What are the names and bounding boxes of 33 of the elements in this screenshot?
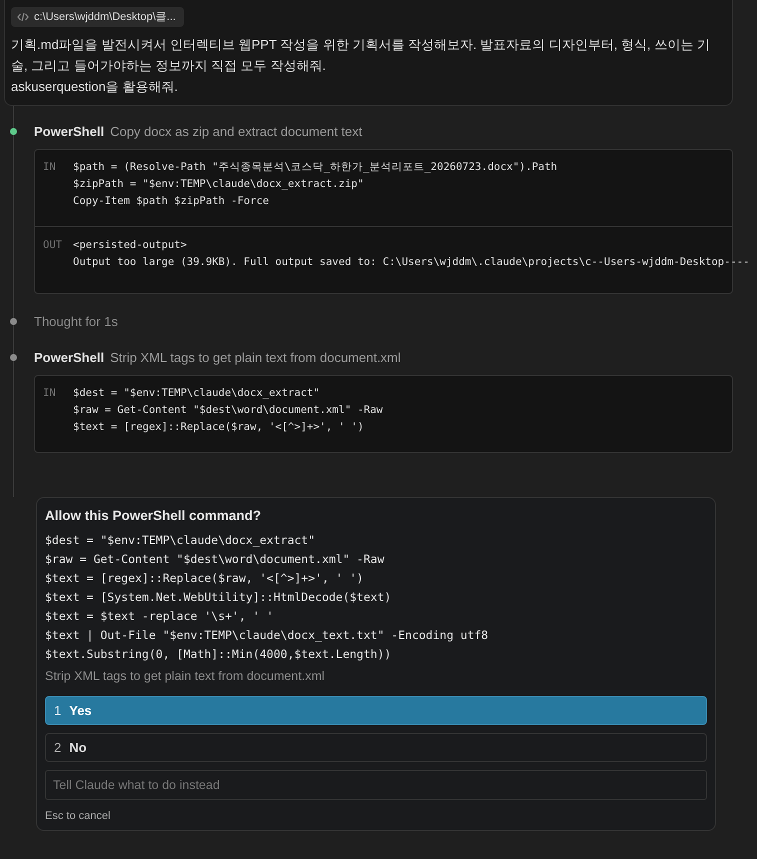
message-text: 기획.md파일을 발전시켜서 인터렉티브 웹PPT 작성을 위한 기획서를 작성해보자. 발표자료의 디자인부터, 형식, 쓰이는 기술, 그리고 들어가야하는 정보까지 직접 모두 작성해줘. (11, 36, 711, 75)
file-chip[interactable]: c:\Users\wjddm\Desktop\클... (11, 7, 184, 27)
code-line: $path = (Resolve-Path "주식종목분석\코스닥_하한가_분석리포트_20260723.docx").Path (73, 160, 558, 175)
thought-label[interactable]: Thought for 1s (34, 314, 733, 330)
command-line: $text = [System.Net.WebUtility]::HtmlDecode($text) (45, 589, 392, 606)
command-line: $raw = Get-Content "$dest\word\document.xml" -Raw (45, 551, 386, 568)
code-icon (17, 12, 29, 22)
code-line: Output too large (39.9KB). Full output saved to: C:\Users\wjddm\.claude\projects\c--Users-wjddm-Desktop---- (73, 255, 750, 270)
tool-description: Copy docx as zip and extract document text (110, 124, 362, 139)
command-line: $text = $text -replace '\s+', ' ' (45, 608, 274, 625)
code-line: <persisted-output> (73, 238, 188, 253)
command-line: $text = [regex]::Replace($raw, '<[^>]+>', ' ') (45, 570, 364, 587)
command-line: $dest = "$env:TEMP\claude\docx_extract" (45, 532, 316, 549)
tool-name: PowerShell (34, 350, 104, 365)
tool-name: PowerShell (34, 124, 104, 139)
code-line: $dest = "$env:TEMP\claude\docx_extract" (73, 386, 321, 401)
section-label: OUT (43, 238, 63, 253)
message-text: askuserquestion을 활용해줘. (11, 78, 179, 96)
option-button[interactable]: 1 Yes (45, 696, 707, 725)
tool-description: Strip XML tags to get plain text from document.xml (110, 350, 401, 365)
code-line: $raw = Get-Content "$dest\word\document.xml" -Raw (73, 403, 383, 418)
section-label: IN (43, 160, 57, 175)
dialog-title: Allow this PowerShell command? (45, 508, 262, 523)
option-button[interactable]: 2 No (45, 733, 707, 762)
section-label: IN (43, 386, 57, 401)
command-description: Strip XML tags to get plain text from document.xml (45, 669, 326, 683)
cancel-hint: Esc to cancel (45, 810, 112, 822)
command-line: $text | Out-File "$env:TEMP\claude\docx_text.txt" -Encoding utf8 (45, 627, 490, 644)
code-line: Copy-Item $path $zipPath -Force (73, 194, 270, 209)
code-line: $text = [regex]::Replace($raw, '<[^>]+>', ' ') (73, 420, 365, 435)
command-line: $text.Substring(0, [Math]::Min(4000,$text.Length)) (45, 646, 392, 663)
instruction-input[interactable]: Tell Claude what to do instead (45, 770, 707, 800)
code-line: $zipPath = "$env:TEMP\claude\docx_extract.zip" (73, 177, 365, 192)
